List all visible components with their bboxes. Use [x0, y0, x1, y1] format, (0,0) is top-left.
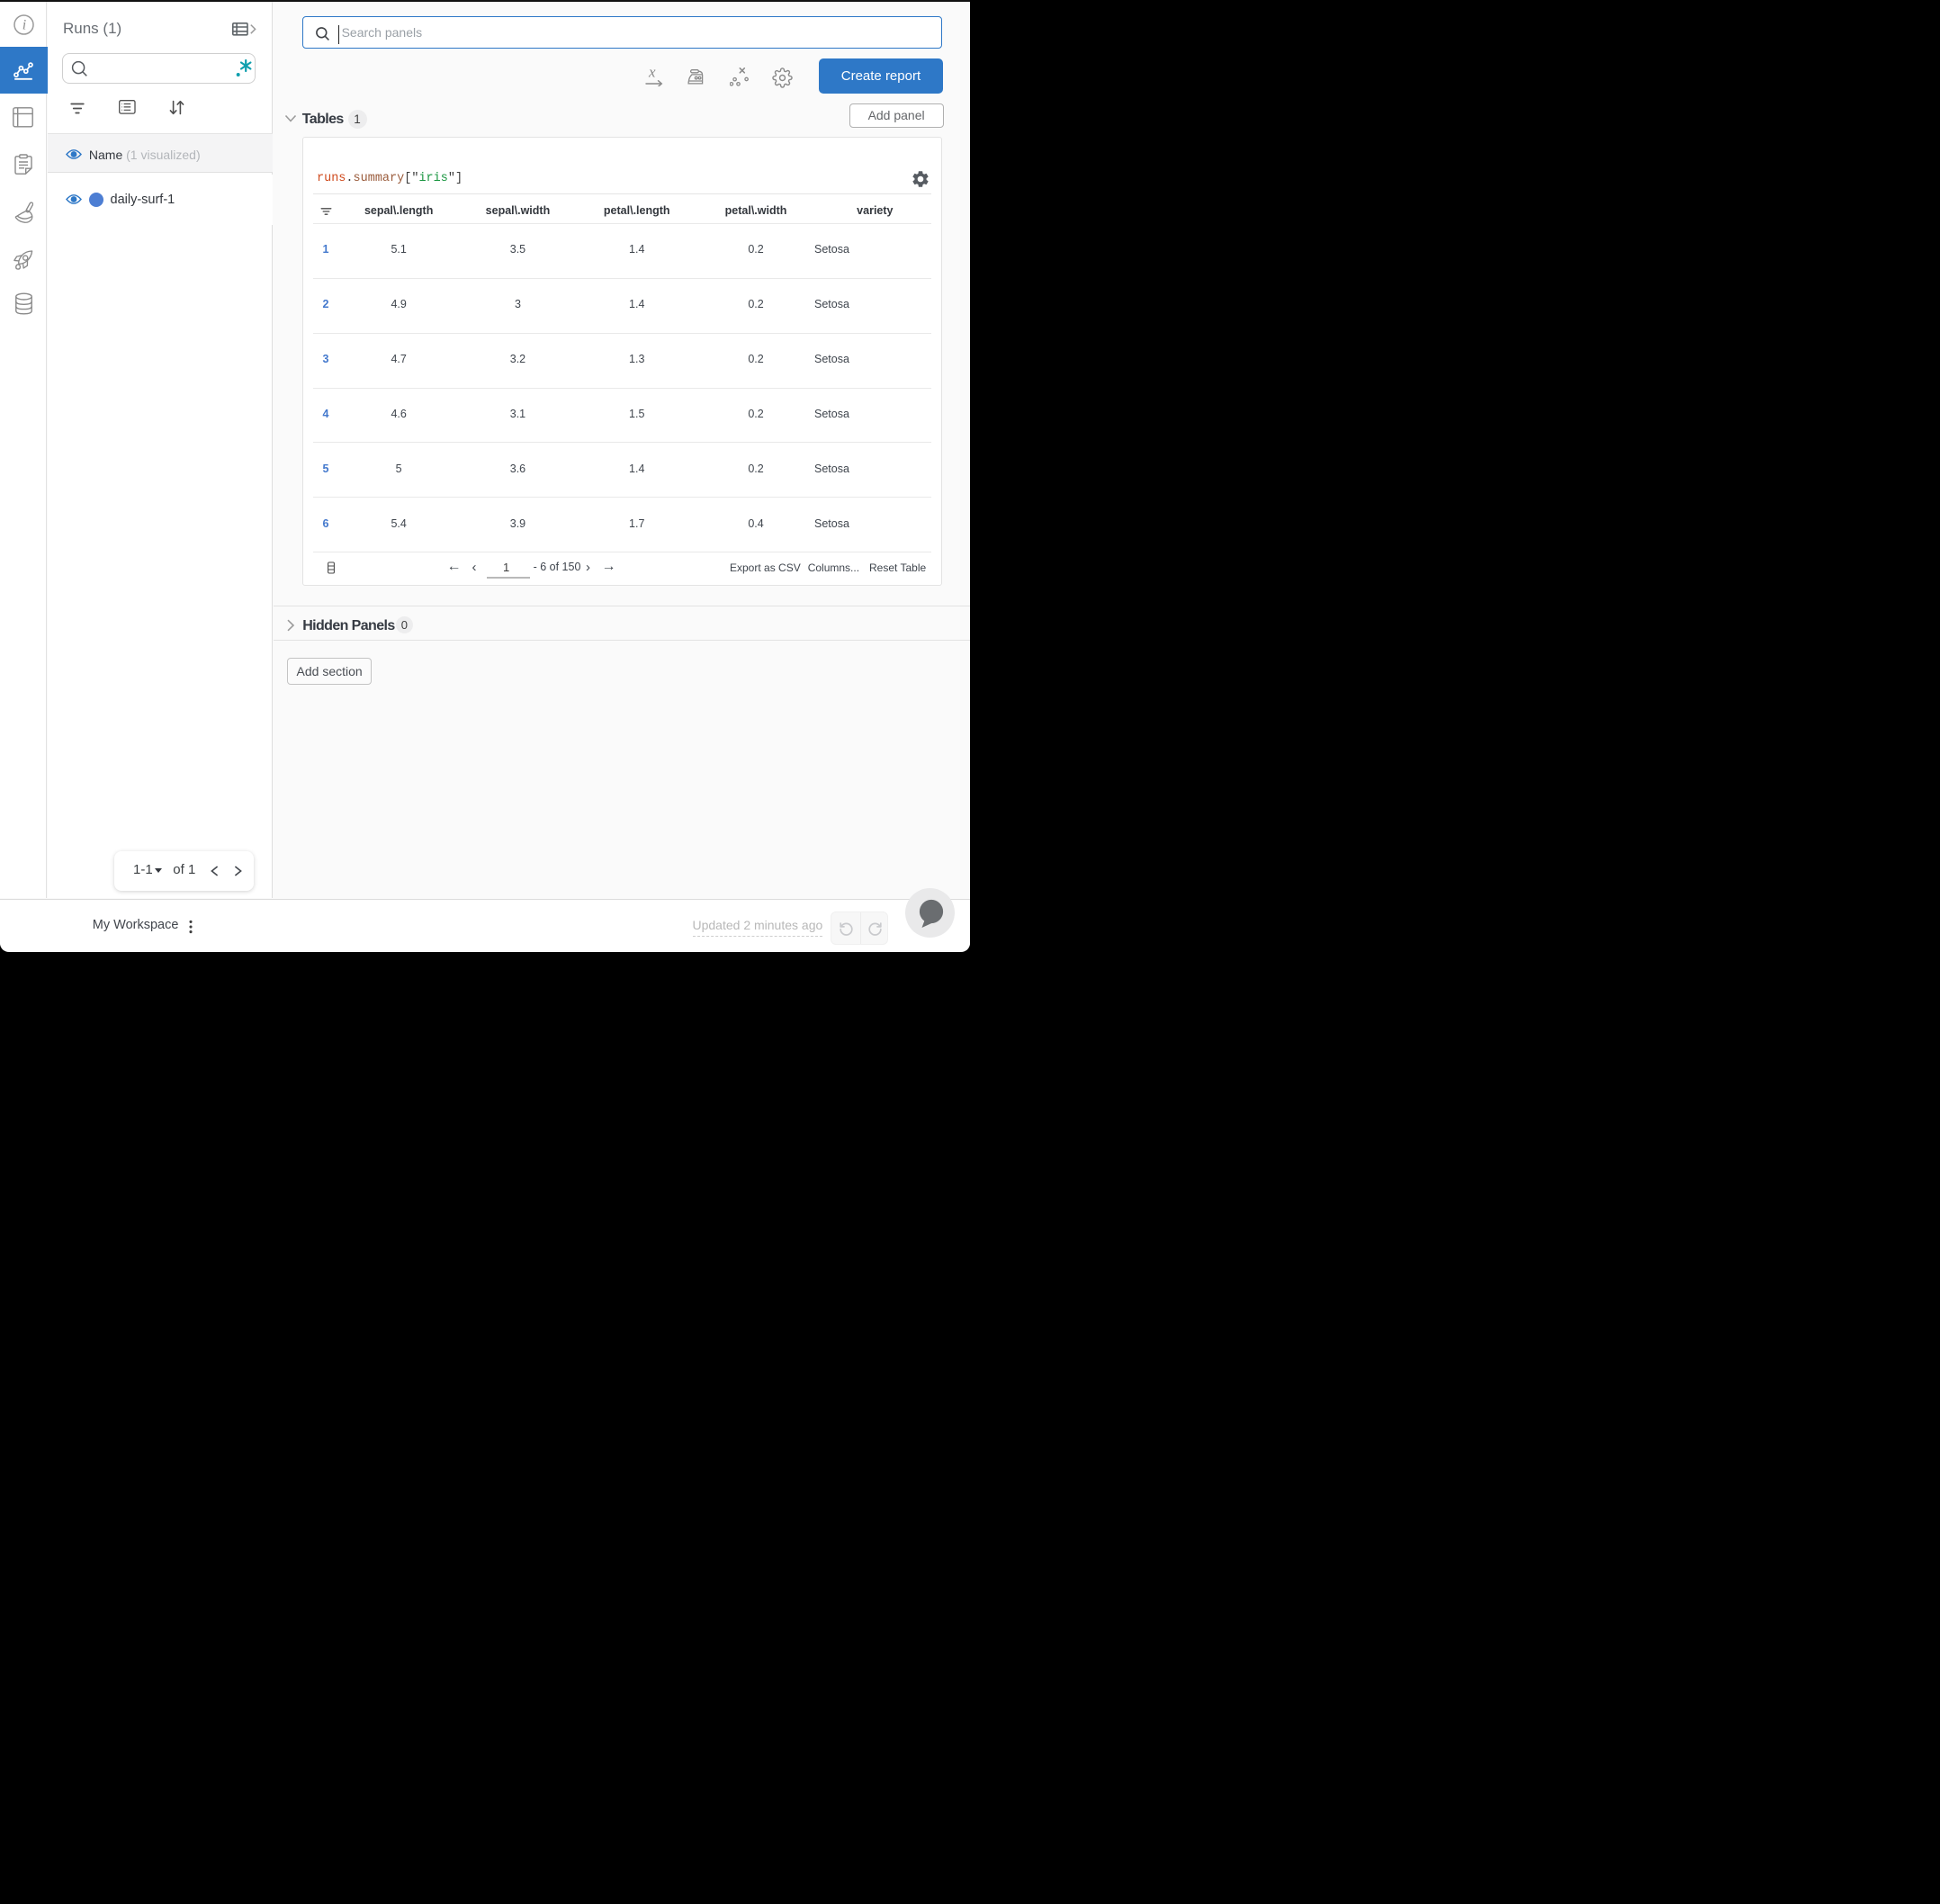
svg-text:x: x — [648, 65, 656, 81]
svg-text:i: i — [22, 17, 25, 32]
